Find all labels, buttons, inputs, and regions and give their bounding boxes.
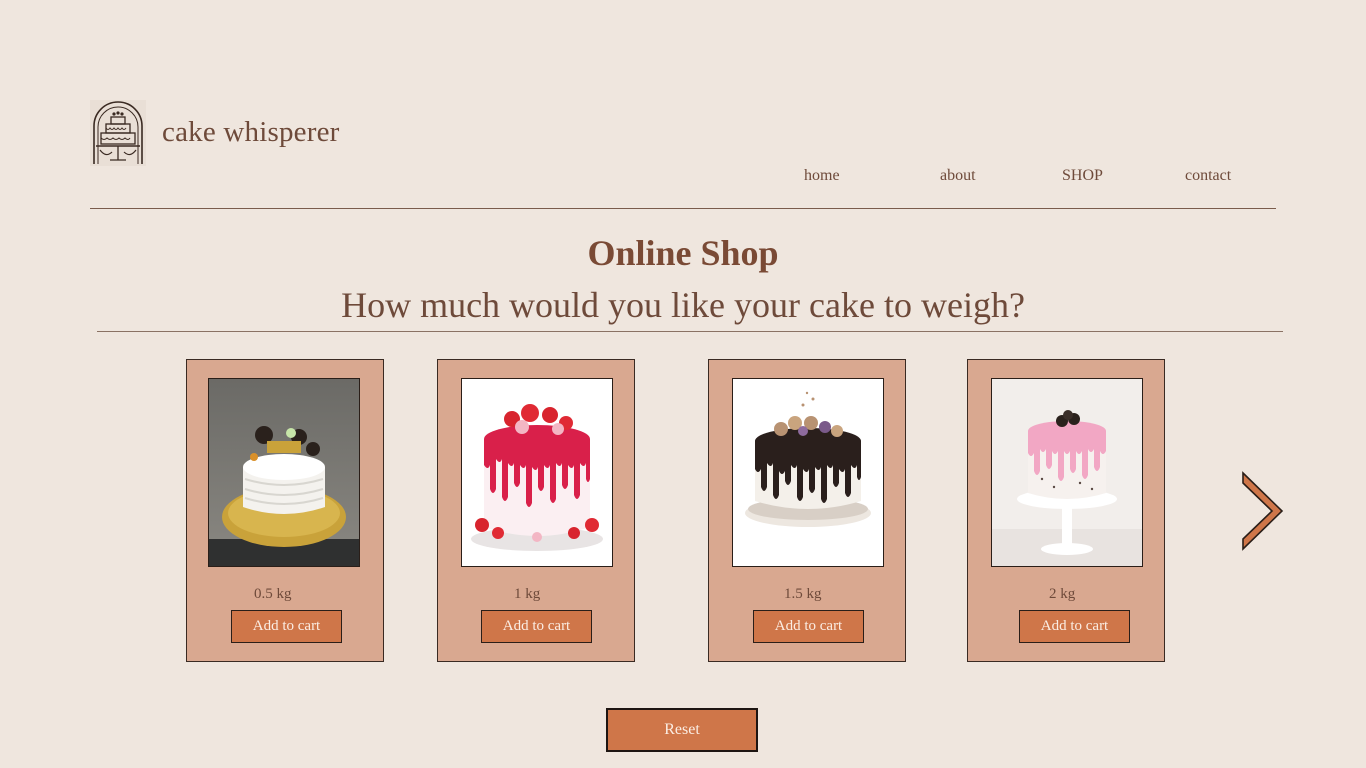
product-weight: 1.5 kg	[784, 586, 822, 602]
next-products-button[interactable]	[1240, 470, 1286, 552]
nav-contact-link[interactable]: contact	[1185, 167, 1231, 185]
product-card: 0.5 kg Add to cart	[186, 359, 384, 662]
chevron-right-icon	[1242, 471, 1284, 551]
cake-image	[461, 378, 613, 567]
add-to-cart-button[interactable]: Add to cart	[1019, 610, 1130, 643]
nav-shop-link[interactable]: SHOP	[1062, 167, 1103, 185]
reset-button[interactable]: Reset	[606, 708, 758, 752]
product-weight: 1 kg	[514, 586, 541, 602]
product-weight: 0.5 kg	[254, 586, 292, 602]
nav-home-link[interactable]: home	[804, 167, 840, 185]
header-divider	[90, 208, 1276, 209]
cake-image	[208, 378, 360, 567]
page-subtitle: How much would you like your cake to wei…	[341, 285, 1025, 325]
add-to-cart-button[interactable]: Add to cart	[753, 610, 864, 643]
add-to-cart-button[interactable]: Add to cart	[231, 610, 342, 643]
product-card: 2 kg Add to cart	[967, 359, 1165, 662]
nav-about-link[interactable]: about	[940, 167, 976, 185]
section-divider	[97, 331, 1283, 332]
strawberry-drip-cake-image	[462, 379, 612, 566]
product-card: 1 kg Add to cart	[437, 359, 635, 662]
white-cake-with-cookies-image	[209, 379, 359, 566]
add-to-cart-button[interactable]: Add to cart	[481, 610, 592, 643]
cake-image	[991, 378, 1143, 567]
brand-name: cake whisperer	[162, 116, 340, 148]
pink-drip-cake-on-stand-image	[992, 379, 1142, 566]
chocolate-drip-cake-image	[733, 379, 883, 566]
tiered-cake-logo-icon	[90, 100, 146, 166]
cake-image	[732, 378, 884, 567]
product-card: 1.5 kg Add to cart	[708, 359, 906, 662]
product-weight: 2 kg	[1049, 586, 1076, 602]
page-title: Online Shop	[587, 233, 779, 273]
logo[interactable]	[90, 100, 146, 166]
